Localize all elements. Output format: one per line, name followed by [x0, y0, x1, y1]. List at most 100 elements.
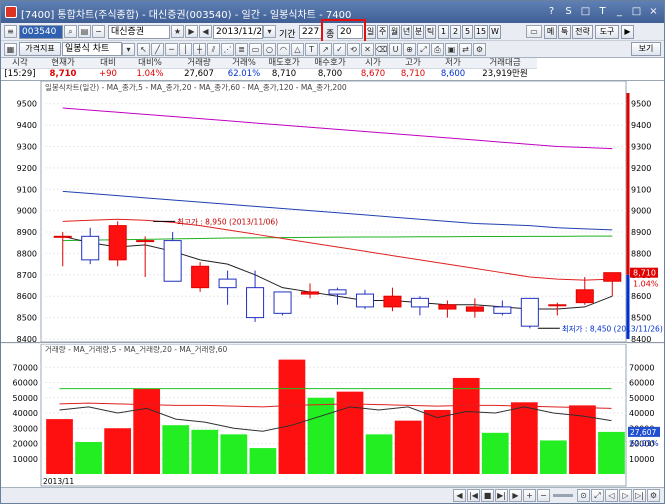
save-tool-icon[interactable]: ▣: [445, 43, 458, 56]
favorite-icon[interactable]: ★: [171, 25, 184, 38]
next-icon[interactable]: ▶: [185, 25, 198, 38]
search-icon[interactable]: ⌕: [64, 25, 77, 38]
strategy-button[interactable]: 전략: [572, 25, 593, 39]
zoom-fit-icon[interactable]: ⤢: [591, 489, 604, 502]
fibo-tool-icon[interactable]: ≣: [235, 43, 248, 56]
period-input[interactable]: 227: [299, 25, 323, 39]
minimize-button[interactable]: _: [612, 5, 627, 19]
quote-header: 대비%: [129, 58, 171, 69]
interval-year-button[interactable]: 년: [401, 25, 412, 39]
interval-week-button[interactable]: 주: [377, 25, 388, 39]
magnet-tool-icon[interactable]: U: [389, 43, 402, 56]
scroll-last-icon[interactable]: ▶|: [495, 489, 508, 502]
s-button[interactable]: S: [561, 5, 576, 19]
minus-icon[interactable]: −: [92, 25, 105, 38]
help-button[interactable]: ?: [544, 5, 559, 19]
quote-value: 27,607: [184, 69, 214, 79]
volume-chart[interactable]: 1000010000200002000030000300004000040000…: [1, 343, 664, 487]
interval-month-button[interactable]: 월: [389, 25, 400, 39]
arc-tool-icon[interactable]: ◠: [277, 43, 290, 56]
zoom-tool-icon[interactable]: ⊕: [403, 43, 416, 56]
chart-type-dropdown-icon[interactable]: ▾: [122, 43, 135, 56]
compare-tool-icon[interactable]: ⇄: [459, 43, 472, 56]
list-icon[interactable]: ▤: [78, 25, 91, 38]
scroll-first-icon[interactable]: |◀: [467, 489, 480, 502]
candle-body: [191, 265, 210, 289]
stock-code-input[interactable]: 003540: [19, 25, 63, 39]
print-tool-icon[interactable]: ⎙: [431, 43, 444, 56]
interval-minute-button[interactable]: 분: [413, 25, 424, 39]
y-tick-label-left: 40000: [13, 409, 38, 418]
interval-1-button[interactable]: 1: [438, 25, 449, 39]
zoom-slider[interactable]: [553, 494, 573, 497]
price-legend: 일봉식차트(일간) - MA_종가,5 - MA_종가,20 - MA_종가,6…: [45, 82, 347, 92]
scroll-right-icon[interactable]: ▶: [509, 489, 522, 502]
date-field[interactable]: 2013/11/29: [213, 25, 263, 39]
close-button[interactable]: ×: [646, 5, 661, 19]
settings-icon[interactable]: ⚙: [473, 43, 486, 56]
price-tag-pct: 1.04%: [633, 280, 659, 289]
view-button[interactable]: 보기: [631, 42, 661, 56]
tools-button[interactable]: 도구: [595, 25, 619, 39]
t-button[interactable]: T: [595, 5, 610, 19]
interval-2-button[interactable]: 2: [450, 25, 461, 39]
nav-config-icon[interactable]: ⚙: [647, 489, 660, 502]
zoom-in-icon[interactable]: +: [523, 489, 536, 502]
maximize-button[interactable]: □: [629, 5, 644, 19]
quote-column: 현재가 8,710: [39, 58, 87, 81]
y-tick-label-right: 8400: [631, 335, 651, 343]
rect-tool-icon[interactable]: ▭: [249, 43, 262, 56]
candle-body: [438, 304, 457, 310]
channel-tool-icon[interactable]: ⫽: [207, 43, 220, 56]
circle-tool-icon[interactable]: ○: [263, 43, 276, 56]
fan-tool-icon[interactable]: ⋰: [221, 43, 234, 56]
period-label: 기간: [279, 30, 296, 40]
volume-bar: [104, 428, 131, 474]
hline-tool-icon[interactable]: ─: [165, 43, 178, 56]
arrow-tool-icon[interactable]: ↗: [319, 43, 332, 56]
y-tick-label-left: 9200: [17, 164, 37, 173]
volume-chart-panel[interactable]: 1000010000200002000030000300004000040000…: [1, 343, 664, 487]
zoom-reset-icon[interactable]: ⊙: [577, 489, 590, 502]
restore-small-button[interactable]: □: [578, 5, 593, 19]
chart-type-select[interactable]: 일봉식 차트: [62, 42, 122, 56]
vline-tool-icon[interactable]: │: [179, 43, 192, 56]
triangle-tool-icon[interactable]: △: [291, 43, 304, 56]
stop-icon[interactable]: ■: [481, 489, 494, 502]
prev-icon[interactable]: ◀: [199, 25, 212, 38]
interval-tick-button[interactable]: 틱: [425, 25, 436, 39]
date-dropdown-icon[interactable]: ▾: [263, 25, 276, 38]
grid-icon[interactable]: ▦: [4, 43, 17, 56]
interval-day-button[interactable]: 일: [365, 25, 376, 39]
cycle-tool-icon[interactable]: ⟲: [347, 43, 360, 56]
interval-15-button[interactable]: 15: [474, 25, 488, 39]
tuk-button[interactable]: 툭: [558, 25, 571, 39]
gann-tool-icon[interactable]: ✕: [361, 43, 374, 56]
text-tool-icon[interactable]: T: [305, 43, 318, 56]
volume-bar: [394, 420, 422, 474]
nav-prev-icon[interactable]: ◁: [605, 489, 618, 502]
quote-header: 고가: [393, 58, 433, 69]
interval-5-button[interactable]: 5: [462, 25, 473, 39]
interval-w-button[interactable]: W: [489, 25, 501, 39]
stock-name-field[interactable]: 대신증권: [108, 25, 170, 39]
eraser-tool-icon[interactable]: ⌫: [375, 43, 388, 56]
pointer-icon[interactable]: ↖: [137, 43, 150, 56]
scroll-left-icon[interactable]: ◀: [453, 489, 466, 502]
price-chart-panel[interactable]: 8400840085008500860086008700870088008800…: [1, 80, 664, 344]
nav-next-icon[interactable]: ▷: [619, 489, 632, 502]
indicator-button[interactable]: 가격지표: [19, 42, 61, 56]
zoom-out-icon[interactable]: −: [537, 489, 550, 502]
title-buttons: ? S □ T _ □ ×: [544, 5, 661, 19]
nav-end-icon[interactable]: ▷|: [633, 489, 646, 502]
check-tool-icon[interactable]: ✓: [333, 43, 346, 56]
candle-body: [603, 272, 622, 282]
menu-icon[interactable]: ≡: [4, 25, 17, 38]
line-tool-icon[interactable]: ╱: [151, 43, 164, 56]
display-icon[interactable]: ▭: [526, 25, 542, 38]
price-chart[interactable]: 8400840085008500860086008700870088008800…: [1, 80, 664, 344]
memo-button[interactable]: 메: [544, 25, 557, 39]
more-button[interactable]: ▶: [621, 25, 634, 39]
cross-tool-icon[interactable]: ┼: [193, 43, 206, 56]
fit-tool-icon[interactable]: ⤢: [417, 43, 430, 56]
